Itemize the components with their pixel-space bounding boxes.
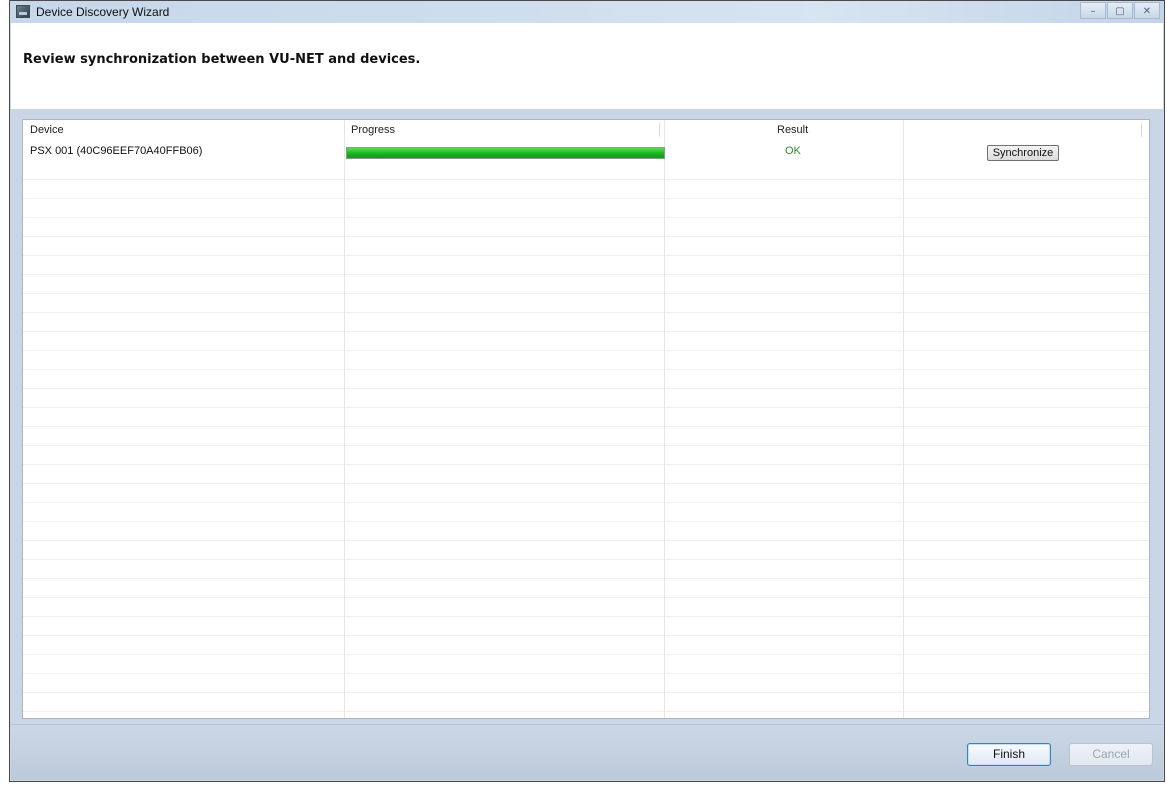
column-separator[interactable] [1141,123,1142,137]
window-controls: – ▢ ✕ [1079,2,1160,20]
device-sync-table: Device Progress Result PSX 001 (40C96EEF… [22,119,1150,719]
header-panel: Review synchronization between VU-NET an… [11,23,1163,109]
page-instruction: Review synchronization between VU-NET an… [23,52,421,67]
finish-button[interactable]: Finish [967,743,1051,766]
column-divider [903,120,904,718]
window-title: Device Discovery Wizard [36,5,170,19]
title-bar[interactable]: Device Discovery Wizard – ▢ ✕ [10,1,1164,23]
table-row-lines [23,161,1149,718]
sync-progress-bar [346,147,665,159]
footer-bar: Finish Cancel [11,724,1163,780]
column-header-progress[interactable]: Progress [351,120,395,140]
device-cell: PSX 001 (40C96EEF70A40FFB06) [30,145,203,157]
column-divider [664,120,665,718]
minimize-icon[interactable]: – [1080,2,1106,19]
column-separator[interactable] [659,123,660,137]
column-header-result[interactable]: Result [777,120,808,140]
column-divider [344,120,345,718]
wizard-window: Device Discovery Wizard – ▢ ✕ Review syn… [9,0,1165,782]
column-header-device[interactable]: Device [30,120,64,140]
wizard-app-icon [16,5,30,18]
synchronize-button[interactable]: Synchronize [987,145,1059,161]
result-cell: OK [785,145,801,157]
cancel-button[interactable]: Cancel [1069,743,1153,766]
close-icon[interactable]: ✕ [1134,2,1160,19]
progress-fill [347,148,664,158]
maximize-icon[interactable]: ▢ [1107,2,1133,19]
